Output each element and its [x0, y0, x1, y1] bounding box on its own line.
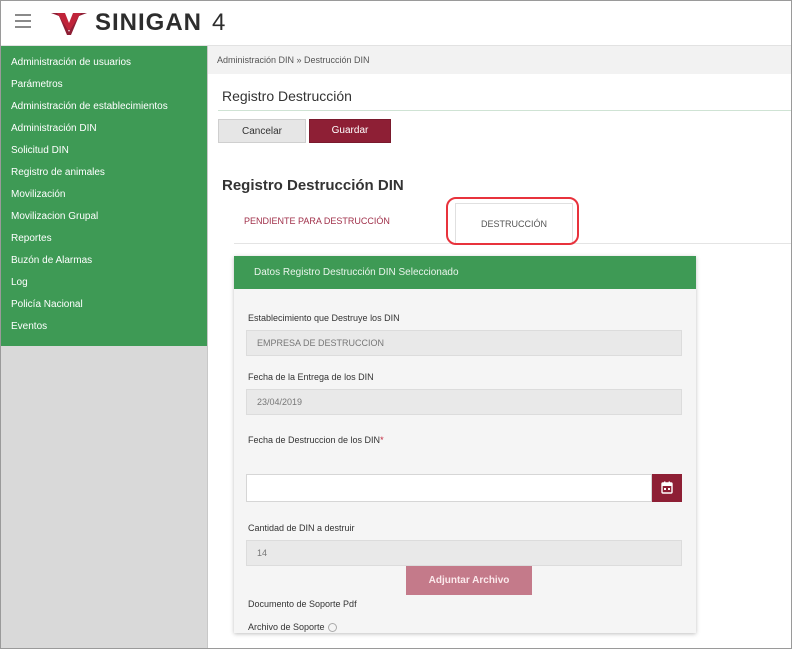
sidebar-item-movilizacion[interactable]: Movilización: [1, 184, 207, 206]
sidebar-item-registro-animales[interactable]: Registro de animales: [1, 162, 207, 184]
establishment-field: EMPRESA DE DESTRUCCION: [246, 330, 682, 356]
sidebar-item-establecimientos[interactable]: Administración de establecimientos: [1, 96, 207, 118]
delivery-date-label: Fecha de la Entrega de los DIN: [248, 372, 374, 382]
sidebar-item-log[interactable]: Log: [1, 272, 207, 294]
app-window: SINIGAN 4 Administración de usuarios Par…: [0, 0, 792, 649]
delivery-date-field: 23/04/2019: [246, 389, 682, 415]
divider: [218, 110, 791, 111]
destruction-form-card: Datos Registro Destrucción DIN Seleccion…: [234, 256, 696, 633]
brand-version: 4: [212, 9, 226, 36]
page-title: Registro Destrucción: [222, 88, 352, 104]
required-asterisk: *: [380, 435, 384, 445]
support-file-label-text: Archivo de Soporte: [248, 622, 325, 632]
support-doc-label: Documento de Soporte Pdf: [248, 599, 357, 609]
sidebar-item-movilizacion-grupal[interactable]: Movilizacion Grupal: [1, 206, 207, 228]
sidebar-item-parametros[interactable]: Parámetros: [1, 74, 207, 96]
tab-pendiente-destruccion[interactable]: PENDIENTE PARA DESTRUCCIÓN: [244, 216, 390, 226]
section-title: Registro Destrucción DIN: [222, 177, 404, 194]
top-header: SINIGAN 4: [1, 1, 791, 46]
app-logo: SINIGAN 4: [49, 7, 225, 39]
main-content: Administración DIN » Destrucción DIN Reg…: [208, 46, 791, 648]
save-button[interactable]: Guardar: [309, 119, 391, 143]
cancel-button[interactable]: Cancelar: [218, 119, 306, 143]
sidebar-item-eventos[interactable]: Eventos: [1, 316, 207, 338]
sidebar-menu: Administración de usuarios Parámetros Ad…: [1, 46, 207, 346]
sidebar-item-administracion-din[interactable]: Administración DIN: [1, 118, 207, 140]
establishment-label: Establecimiento que Destruye los DIN: [248, 313, 400, 323]
destruction-date-input[interactable]: [246, 474, 652, 502]
sidebar-item-policia-nacional[interactable]: Policía Nacional: [1, 294, 207, 316]
help-icon: [327, 623, 337, 633]
brand-name: SINIGAN: [95, 9, 203, 36]
destruction-date-label: Fecha de Destruccion de los DIN*: [248, 435, 384, 445]
quantity-label: Cantidad de DIN a destruir: [248, 523, 355, 533]
quantity-field: 14: [246, 540, 682, 566]
sidebar-item-usuarios[interactable]: Administración de usuarios: [1, 52, 207, 74]
sidebar-item-reportes[interactable]: Reportes: [1, 228, 207, 250]
calendar-icon: [661, 481, 673, 494]
calendar-button[interactable]: [652, 474, 682, 502]
hamburger-icon[interactable]: [15, 14, 31, 28]
attach-file-button[interactable]: Adjuntar Archivo: [406, 566, 532, 595]
card-body: Establecimiento que Destruye los DIN EMP…: [234, 289, 696, 633]
breadcrumb[interactable]: Administración DIN » Destrucción DIN: [208, 46, 791, 74]
card-header: Datos Registro Destrucción DIN Seleccion…: [234, 256, 696, 289]
highlight-box: [446, 197, 579, 245]
sidebar-item-buzon-alarmas[interactable]: Buzón de Alarmas: [1, 250, 207, 272]
destruction-date-label-text: Fecha de Destruccion de los DIN: [248, 435, 381, 445]
sidebar: Administración de usuarios Parámetros Ad…: [1, 46, 208, 648]
support-file-label: Archivo de Soporte: [248, 622, 337, 633]
cow-logo-icon: [51, 13, 87, 35]
sidebar-item-solicitud-din[interactable]: Solicitud DIN: [1, 140, 207, 162]
